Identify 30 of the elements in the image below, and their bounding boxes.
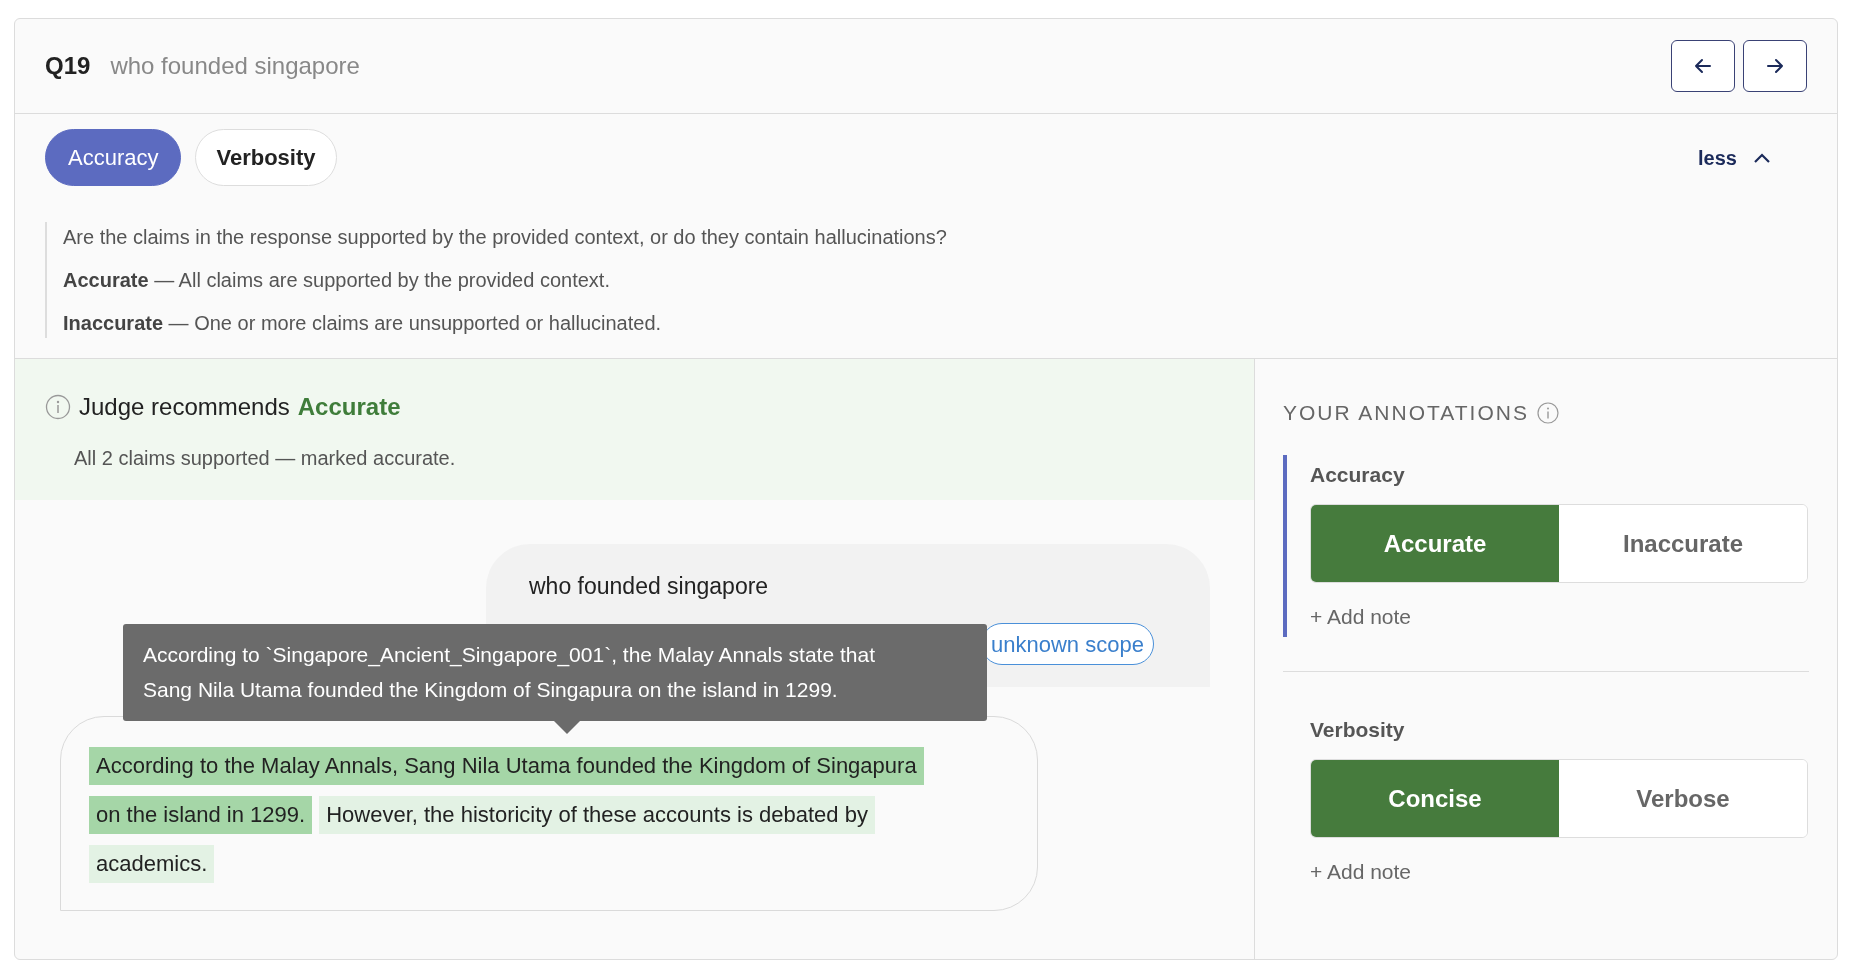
- tooltip: According to `Singapore_Ancient_Singapore_001`, the Malay Annals state that Sang Nila Utama founded the Kingdom of Singapura on the island in 1299.: [123, 624, 987, 721]
- criterion-tab[interactable]: Accuracy: [45, 129, 182, 186]
- user-message: who founded singapore: [529, 573, 769, 599]
- option-button[interactable]: Accurate: [1311, 505, 1559, 582]
- definition-text: Inaccurate — One or more claims are unsupported or hallucinated.: [63, 311, 663, 336]
- criterion-question: Are the claims in the response supported by the provided context, or do they contain hallucinations?: [63, 225, 948, 250]
- forward-button[interactable]: [1743, 40, 1807, 92]
- response-claim: According to the Malay Annals, Sang Nila Utama founded the Kingdom of Singapura: [89, 747, 924, 785]
- info-icon: [1536, 401, 1559, 424]
- add-note-link[interactable]: + Add note: [1310, 601, 1411, 633]
- judge-verdict: Accurate: [297, 392, 401, 422]
- definition-text: Accurate — All claims are supported by the provided context.: [63, 268, 611, 293]
- collapse-toggle[interactable]: less: [1698, 142, 1771, 173]
- criterion-label: Accuracy: [1310, 461, 1406, 488]
- judge-summary: All 2 claims supported — marked accurate.: [74, 446, 457, 471]
- criterion-label: Verbosity: [1310, 716, 1406, 743]
- response-claim: on the island in 1299.: [89, 796, 313, 834]
- annotations-heading: YOUR ANNOTATIONS: [1283, 400, 1529, 426]
- tooltip-pointer: [553, 720, 581, 734]
- judge-label: Judge recommends: [79, 392, 290, 422]
- option-button[interactable]: Concise: [1311, 760, 1559, 837]
- question-number: Q19: [45, 51, 91, 81]
- back-button[interactable]: [1671, 40, 1735, 92]
- add-note-link[interactable]: + Add note: [1310, 856, 1411, 888]
- question-text: who founded singapore: [110, 51, 361, 81]
- criterion-tab[interactable]: Verbosity: [195, 129, 337, 186]
- chevron-icon: [1753, 151, 1771, 164]
- response-claim: However, the historicity of these accounts is debated by: [319, 796, 875, 834]
- info-icon: [45, 394, 71, 420]
- response-claim: academics.: [89, 845, 215, 883]
